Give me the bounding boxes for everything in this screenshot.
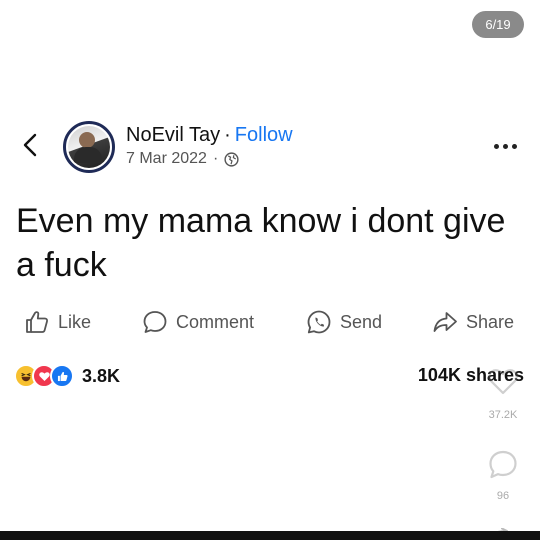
comment-bubble-icon[interactable]: [487, 449, 519, 481]
send-label: Send: [340, 311, 383, 332]
name-separator: ·: [224, 124, 231, 146]
slide-counter: 6/19: [472, 11, 524, 38]
like-button[interactable]: Like: [24, 306, 91, 338]
like-label: Like: [58, 311, 92, 332]
share-label: Share: [466, 311, 515, 332]
reaction-count: 3.8K: [82, 365, 121, 386]
meta-separator: ·: [212, 150, 219, 167]
reactions-summary[interactable]: 3.8K: [14, 363, 120, 389]
bottom-bar: [0, 531, 540, 540]
comment-label: Comment: [176, 311, 255, 332]
avatar-photo: [68, 126, 110, 168]
post-meta: 7 Mar 2022 ·: [126, 150, 239, 168]
thumbs-up-icon: [26, 311, 49, 333]
avatar[interactable]: [63, 121, 115, 173]
action-bar: Like Comment Send Share: [0, 306, 540, 338]
post-header: NoEvil Tay · Follow: [126, 124, 293, 147]
comment-icon: [143, 311, 167, 333]
side-like-count: 37.2K: [488, 409, 518, 421]
follow-button[interactable]: Follow: [235, 124, 293, 146]
share-button[interactable]: Share: [432, 306, 514, 338]
back-icon[interactable]: [20, 132, 40, 158]
share-arrow-icon: [433, 312, 457, 332]
globe-icon: [224, 151, 239, 167]
more-options-icon[interactable]: [494, 139, 522, 153]
post-text: Even my mama know i dont give a fuck: [16, 202, 506, 284]
post-date[interactable]: 7 Mar 2022: [126, 150, 207, 168]
author-name[interactable]: NoEvil Tay: [126, 124, 220, 146]
like-reaction-icon: [50, 364, 74, 388]
comment-button[interactable]: Comment: [142, 306, 254, 338]
whatsapp-icon: [307, 310, 331, 334]
side-comment-count: 96: [496, 490, 510, 502]
heart-icon[interactable]: [486, 364, 520, 398]
send-button[interactable]: Send: [306, 306, 382, 338]
